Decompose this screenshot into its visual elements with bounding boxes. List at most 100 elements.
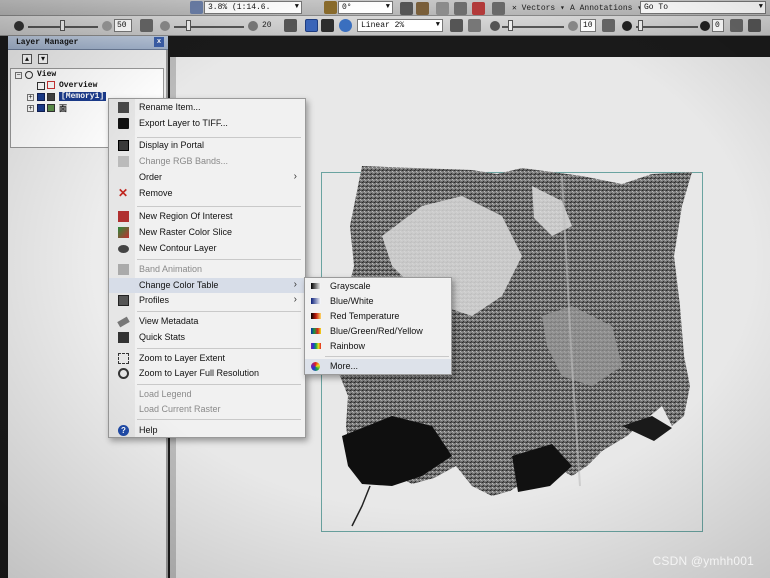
portal-toggle-icon[interactable] [748,19,761,32]
brightness-slider-thumb[interactable] [60,20,65,31]
menu-item-view-metadata[interactable]: View Metadata [109,314,305,329]
menu-item-help[interactable]: ? Help [109,423,305,438]
pan-icon[interactable] [416,2,429,15]
layer2-checkbox[interactable] [37,104,45,112]
transparency-reset-icon[interactable] [700,21,710,31]
menu-item-order[interactable]: Order › [109,170,305,185]
expand-all-button[interactable]: ▴ [22,54,32,64]
grid-icon[interactable] [492,2,505,15]
color-table-red-temperature[interactable]: Red Temperature [305,309,451,324]
transparency-refresh-icon[interactable] [730,19,743,32]
rename-icon [118,102,129,113]
menu-item-profiles[interactable]: Profiles › [109,293,305,308]
color-table-label: Blue/White [330,296,374,306]
menu-item-zoom-extent[interactable]: Zoom to Layer Extent [109,351,305,366]
tree-expander[interactable]: + [27,94,34,101]
tree-memory-layer[interactable]: [Memory1] [59,92,107,101]
brightness-reset-icon[interactable] [102,21,112,31]
transparency-slider-thumb[interactable] [638,20,643,31]
overview-checkbox[interactable] [37,82,45,90]
menu-item-label: Load Legend [139,389,192,399]
color-table-submenu: Grayscale Blue/White Red Temperature Blu… [304,277,452,375]
menu-item-zoom-full[interactable]: Zoom to Layer Full Resolution [109,366,305,381]
menu-item-change-color-table[interactable]: Change Color Table › [109,278,305,293]
annotations-label: Annotations [579,4,633,13]
color-wheel-icon [311,362,320,371]
portal-icon [118,140,129,151]
menu-separator [137,206,301,207]
color-table-more[interactable]: More... [305,359,451,374]
color-table-rainbow[interactable]: Rainbow [305,339,451,354]
tree-expander[interactable]: − [15,72,22,79]
color-table-label: Blue/Green/Red/Yellow [330,326,423,336]
zoom-combo-value: 3.8% (1:14.6. [208,3,271,12]
vectors-label: Vectors [521,4,556,13]
sharpen-reset-icon[interactable] [568,21,578,31]
zoom-combo[interactable]: 3.8% (1:14.6. ▼ [204,1,302,14]
menu-item-change-rgb[interactable]: Change RGB Bands... [109,154,305,169]
tree-view-root[interactable]: View [37,70,56,79]
tree-expander[interactable]: + [27,105,34,112]
reset-icon[interactable] [284,19,297,32]
menu-item-display-portal[interactable]: Display in Portal [109,138,305,153]
menu-item-quick-stats[interactable]: Quick Stats [109,330,305,345]
tree-layer2[interactable]: 面 [59,103,67,114]
goto-field[interactable]: Go To ▼ [640,1,766,14]
menu-item-contour[interactable]: New Contour Layer [109,241,305,256]
submenu-separator [325,356,449,357]
sharpen-value[interactable]: 10 [580,19,596,32]
menu-item-new-roi[interactable]: New Region Of Interest [109,209,305,224]
panel-close-icon[interactable]: x [154,37,164,47]
color-table-blue-white[interactable]: Blue/White [305,294,451,309]
histogram-icon[interactable] [321,19,334,32]
menu-item-remove[interactable]: ✕ Remove [109,186,305,201]
transparency-slider[interactable] [636,26,698,28]
menu-item-band-animation[interactable]: Band Animation [109,262,305,277]
crosshair-icon[interactable] [400,2,413,15]
annotation-tool-icon[interactable] [454,2,467,15]
save-icon [118,118,129,129]
color-table-label: More... [330,361,359,371]
remove-icon: ✕ [118,186,129,200]
refresh-icon[interactable] [140,19,153,32]
menu-item-color-slice[interactable]: New Raster Color Slice [109,225,305,240]
transparency-value[interactable]: 0 [712,19,724,32]
globe-icon[interactable] [339,19,352,32]
menu-item-load-legend[interactable]: Load Legend [109,387,305,402]
contrast-reset-icon[interactable] [248,21,258,31]
menu-item-label: Export Layer to TIFF... [139,118,228,128]
measure-icon[interactable] [436,2,449,15]
stretch-combo-value: Linear 2% [361,21,405,30]
tree-overview[interactable]: Overview [59,81,97,90]
color-table-grayscale[interactable]: Grayscale [305,279,451,294]
watermark: CSDN @ymhh001 [652,554,754,568]
stretch-combo[interactable]: Linear 2% ▼ [357,19,443,32]
rotation-combo[interactable]: 0° ▼ [338,1,393,14]
contrast-slider[interactable] [174,26,244,28]
apply-stretch-icon[interactable] [450,19,463,32]
vectors-menu[interactable]: ✕ Vectors ▾ [512,3,565,13]
rotate-icon[interactable] [324,1,337,14]
stretch-icon[interactable] [305,19,318,32]
menu-item-rename[interactable]: Rename Item... [109,100,305,115]
roi-icon [118,211,129,222]
color-table-bgry[interactable]: Blue/Green/Red/Yellow [305,324,451,339]
menu-item-label: Help [139,425,158,435]
sharpen-refresh-icon[interactable] [602,19,615,32]
contrast-slider-thumb[interactable] [186,20,191,31]
zoom-full-icon [118,368,129,379]
sharpen-slider-thumb[interactable] [508,20,513,31]
memory-layer-checkbox[interactable] [37,93,45,101]
brightness-value[interactable]: 50 [114,19,132,32]
record-icon[interactable] [472,2,485,15]
menu-item-load-current-raster[interactable]: Load Current Raster [109,402,305,417]
menu-item-label: Profiles [139,295,170,305]
color-slice-icon [118,227,129,238]
annotations-menu[interactable]: A Annotations ▾ [570,3,642,13]
collapse-all-button[interactable]: ▾ [38,54,48,64]
zoom-icon[interactable] [190,1,203,14]
brightness-icon [14,21,24,31]
menu-item-export-tiff[interactable]: Export Layer to TIFF... [109,116,305,131]
animation-icon [118,264,129,275]
stretch-refresh-icon[interactable] [468,19,481,32]
